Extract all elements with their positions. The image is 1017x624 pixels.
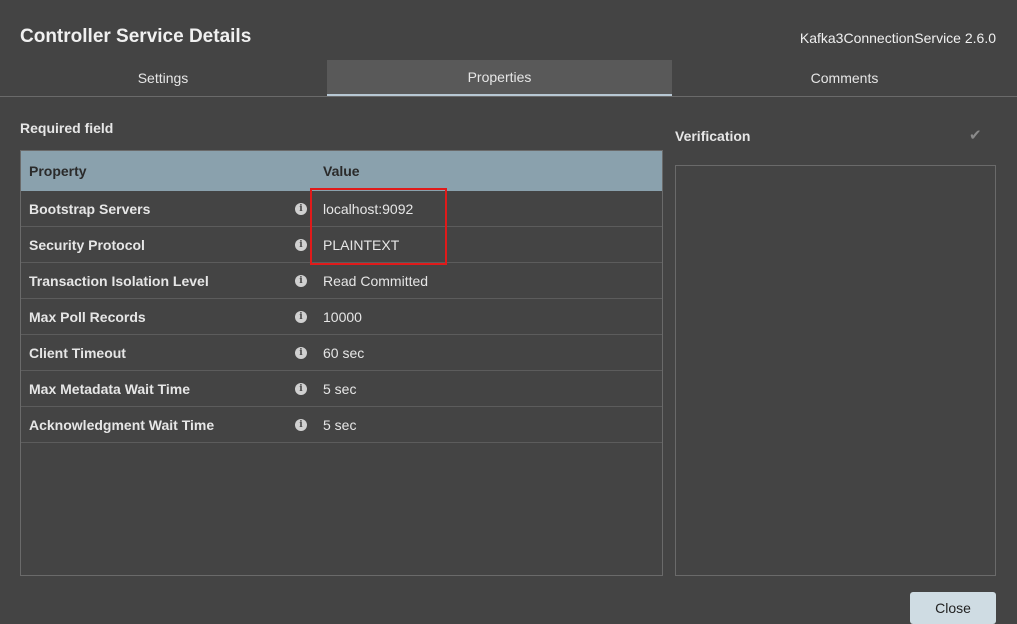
table-row[interactable]: Bootstrap Servers i localhost:9092 <box>21 191 662 227</box>
close-button[interactable]: Close <box>910 592 996 624</box>
tab-comments[interactable]: Comments <box>672 60 1017 96</box>
info-icon[interactable]: i <box>295 274 307 287</box>
property-value[interactable]: 10000 <box>315 309 362 325</box>
tab-properties[interactable]: Properties <box>327 60 672 96</box>
properties-table: Property Value Bootstrap Servers i local… <box>20 150 663 576</box>
component-type-label: Kafka3ConnectionService 2.6.0 <box>799 30 996 46</box>
table-row[interactable]: Max Metadata Wait Time i 5 sec <box>21 371 662 407</box>
property-value[interactable]: PLAINTEXT <box>315 237 399 253</box>
table-row[interactable]: Transaction Isolation Level i Read Commi… <box>21 263 662 299</box>
check-icon[interactable]: ✔ <box>969 126 982 144</box>
property-name: Client Timeout <box>29 344 126 361</box>
verification-panel <box>675 165 996 576</box>
header-property: Property <box>29 163 87 179</box>
property-name: Security Protocol <box>29 236 145 253</box>
table-row[interactable]: Client Timeout i 60 sec <box>21 335 662 371</box>
table-row[interactable]: Acknowledgment Wait Time i 5 sec <box>21 407 662 443</box>
info-icon[interactable]: i <box>295 346 307 359</box>
table-row[interactable]: Max Poll Records i 10000 <box>21 299 662 335</box>
required-field-label: Required field <box>20 120 114 136</box>
verification-label: Verification <box>675 128 751 144</box>
property-name: Acknowledgment Wait Time <box>29 416 215 433</box>
header-value: Value <box>323 163 360 179</box>
table-header: Property Value <box>21 151 662 191</box>
property-name: Transaction Isolation Level <box>29 272 209 289</box>
property-value[interactable]: 5 sec <box>315 417 356 433</box>
info-icon[interactable]: i <box>295 202 307 215</box>
dialog-title: Controller Service Details <box>20 26 252 47</box>
info-icon[interactable]: i <box>295 418 307 431</box>
property-name: Bootstrap Servers <box>29 200 151 217</box>
info-icon[interactable]: i <box>295 382 307 395</box>
property-value[interactable]: 5 sec <box>315 381 356 397</box>
info-icon[interactable]: i <box>295 310 307 323</box>
info-icon[interactable]: i <box>295 238 307 251</box>
property-value[interactable]: 60 sec <box>315 345 364 361</box>
property-name: Max Metadata Wait Time <box>29 380 191 397</box>
property-value[interactable]: localhost:9092 <box>315 201 413 217</box>
tab-bar: Settings Properties Comments <box>0 60 1017 97</box>
tab-settings[interactable]: Settings <box>0 60 326 96</box>
property-value[interactable]: Read Committed <box>315 273 428 289</box>
property-name: Max Poll Records <box>29 308 146 325</box>
table-row[interactable]: Security Protocol i PLAINTEXT <box>21 227 662 263</box>
